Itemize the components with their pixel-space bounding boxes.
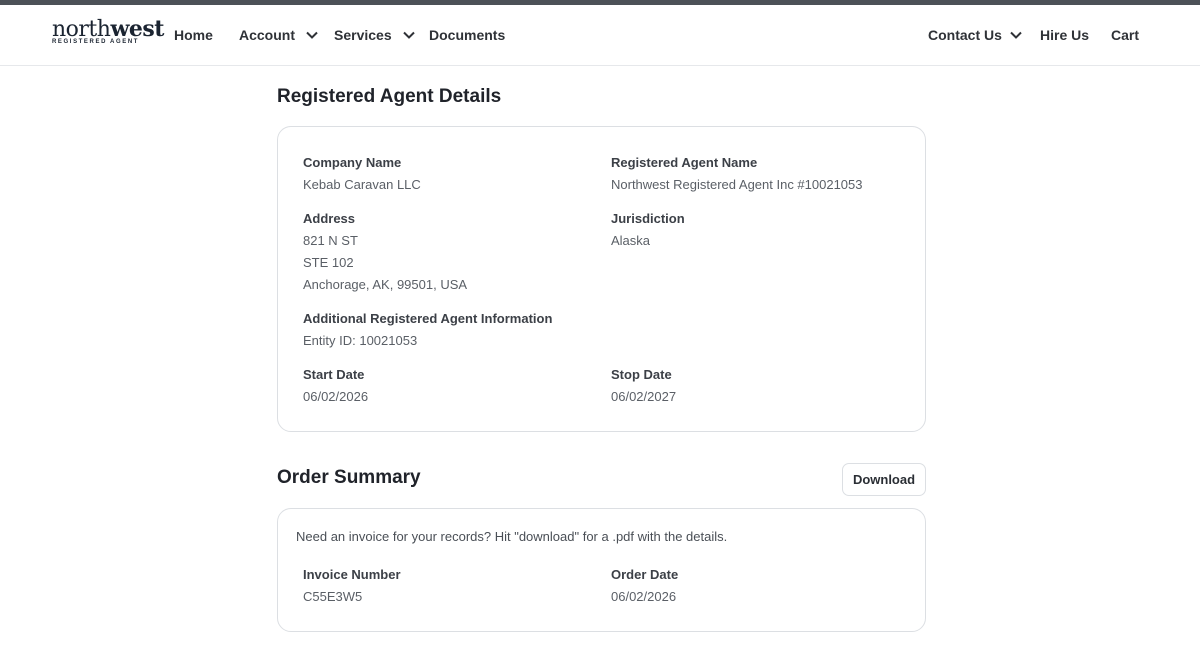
jurisdiction-label: Jurisdiction <box>611 211 685 226</box>
address-line-1: 821 N ST <box>303 233 358 248</box>
invoice-number-value: C55E3W5 <box>303 589 363 604</box>
chevron-down-icon <box>1010 31 1022 39</box>
northwest-logo[interactable]: northwest REGISTERED AGENT <box>52 16 164 46</box>
nav-services[interactable]: Services <box>334 25 416 45</box>
nav-home-label: Home <box>174 27 213 43</box>
chevron-down-icon <box>402 31 415 39</box>
nav-documents[interactable]: Documents <box>429 25 505 45</box>
order-date-label: Order Date <box>611 567 679 582</box>
address-label: Address <box>303 211 356 226</box>
address-line-3: Anchorage, AK, 99501, USA <box>303 277 468 292</box>
nav-contact-us[interactable]: Contact Us <box>928 25 1023 45</box>
nav-hire-us[interactable]: Hire Us <box>1040 25 1089 45</box>
nav-account-label: Account <box>239 27 295 43</box>
nav-contact-label: Contact Us <box>928 27 1002 43</box>
nav-cart[interactable]: Cart <box>1111 25 1139 45</box>
stop-date-value: 06/02/2027 <box>611 389 677 404</box>
nav-documents-label: Documents <box>429 27 506 43</box>
additional-info-label: Additional Registered Agent Information <box>303 311 553 326</box>
order-date-value: 06/02/2026 <box>611 589 677 604</box>
order-summary-title: Order Summary <box>277 467 421 488</box>
nav-services-label: Services <box>334 27 392 43</box>
invoice-number-label: Invoice Number <box>303 567 401 582</box>
chevron-down-icon <box>306 31 318 39</box>
logo-tagline: REGISTERED AGENT <box>52 39 140 45</box>
jurisdiction-value: Alaska <box>611 233 651 248</box>
agent-name-value: Northwest Registered Agent Inc #10021053 <box>611 177 863 192</box>
start-date-label: Start Date <box>303 367 365 382</box>
nav-account[interactable]: Account <box>239 25 319 45</box>
company-name-value: Kebab Caravan LLC <box>303 177 421 192</box>
agent-details-title: Registered Agent Details <box>277 86 502 107</box>
main-navigation: northwest REGISTERED AGENT Home Account … <box>0 5 1200 66</box>
start-date-value: 06/02/2026 <box>303 389 369 404</box>
address-line-2: STE 102 <box>303 255 354 270</box>
invoice-note: Need an invoice for your records? Hit "d… <box>296 529 728 544</box>
download-button[interactable]: Download <box>842 463 926 496</box>
stop-date-label: Stop Date <box>611 367 672 382</box>
order-summary-card: Need an invoice for your records? Hit "d… <box>277 508 926 632</box>
company-name-label: Company Name <box>303 155 402 170</box>
agent-name-label: Registered Agent Name <box>611 155 758 170</box>
entity-id-value: Entity ID: 10021053 <box>303 333 418 348</box>
nav-home[interactable]: Home <box>174 25 213 45</box>
agent-details-card: Company Name Kebab Caravan LLC Registere… <box>277 126 926 432</box>
nav-cart-label: Cart <box>1111 27 1140 43</box>
nav-hire-label: Hire Us <box>1040 27 1090 43</box>
